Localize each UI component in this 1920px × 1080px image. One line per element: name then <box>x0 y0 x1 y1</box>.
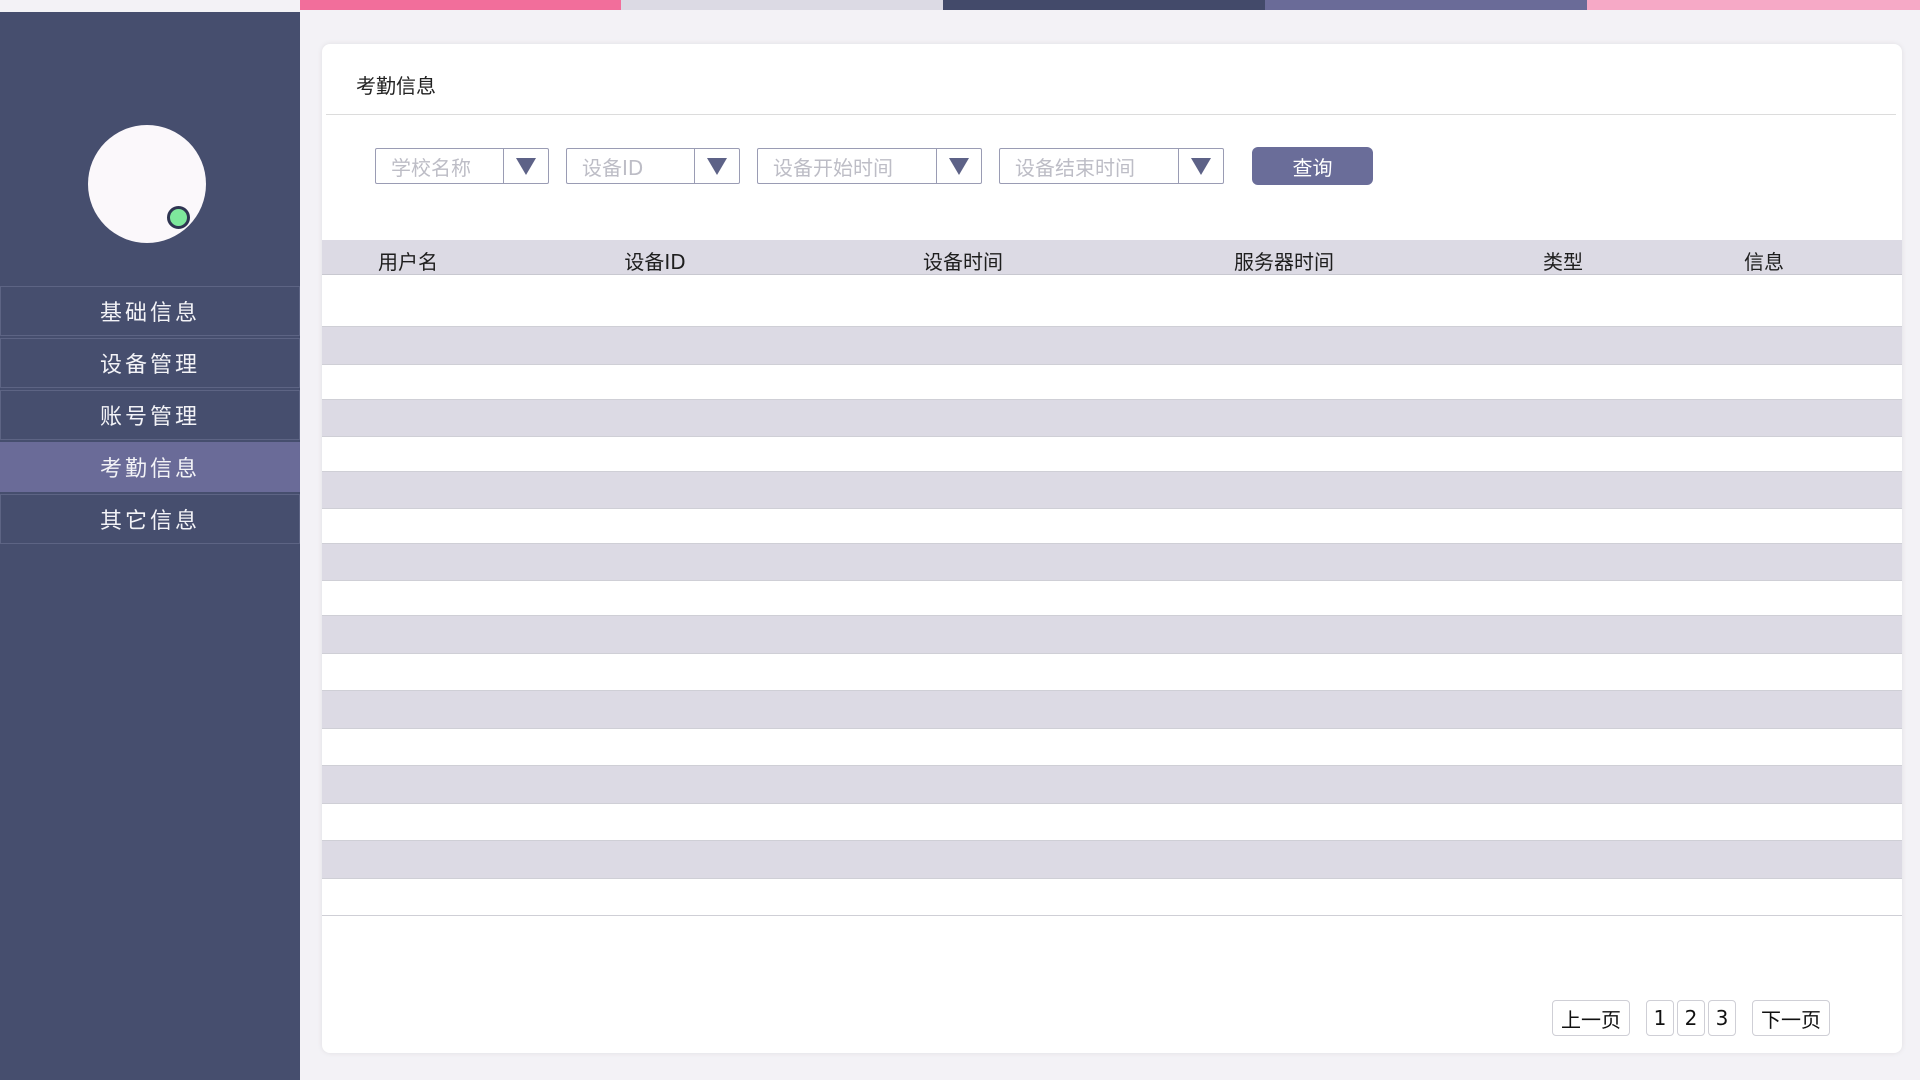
table-row[interactable] <box>322 472 1902 509</box>
column-header-device-id[interactable]: 设备ID <box>624 246 685 275</box>
filter-bar: 学校名称 设备ID 设备开始时间 设备结束时间 查询 <box>375 147 1373 185</box>
sidebar: 基础信息 设备管理 账号管理 考勤信息 其它信息 <box>0 12 300 1080</box>
start-time-placeholder: 设备开始时间 <box>773 155 893 180</box>
school-name-placeholder: 学校名称 <box>391 155 471 180</box>
column-header-device-time[interactable]: 设备时间 <box>923 246 1003 275</box>
table-row[interactable] <box>322 275 1902 327</box>
dropdown-toggle[interactable] <box>936 148 981 184</box>
dropdown-toggle[interactable] <box>694 148 739 184</box>
start-time-select[interactable]: 设备开始时间 <box>757 148 982 184</box>
end-time-select[interactable]: 设备结束时间 <box>999 148 1224 184</box>
table-row[interactable] <box>322 766 1902 804</box>
table-row[interactable] <box>322 616 1902 654</box>
table-row[interactable] <box>322 879 1902 916</box>
school-name-select[interactable]: 学校名称 <box>375 148 549 184</box>
sidebar-item-attendance-info[interactable]: 考勤信息 <box>0 442 300 492</box>
sidebar-item-device-management[interactable]: 设备管理 <box>0 338 300 388</box>
table-row[interactable] <box>322 437 1902 472</box>
strip-segment <box>1587 0 1920 10</box>
sidebar-item-other-info[interactable]: 其它信息 <box>0 494 300 544</box>
column-header-info[interactable]: 信息 <box>1744 246 1784 275</box>
strip-segment <box>1265 0 1587 10</box>
strip-segment <box>621 0 943 10</box>
strip-segment <box>300 0 621 10</box>
dropdown-toggle[interactable] <box>1178 148 1223 184</box>
table-row[interactable] <box>322 327 1902 365</box>
next-page-button[interactable]: 下一页 <box>1752 1000 1830 1036</box>
caret-down-icon <box>1191 157 1211 175</box>
query-button[interactable]: 查询 <box>1252 147 1373 185</box>
prev-page-button[interactable]: 上一页 <box>1552 1000 1630 1036</box>
page-button-1[interactable]: 1 <box>1646 1000 1674 1036</box>
table-header: 用户名 设备ID 设备时间 服务器时间 类型 信息 <box>322 240 1902 275</box>
table-row[interactable] <box>322 654 1902 691</box>
table-row[interactable] <box>322 400 1902 437</box>
column-header-username[interactable]: 用户名 <box>378 246 438 275</box>
sidebar-item-basic-info[interactable]: 基础信息 <box>0 286 300 336</box>
strip-segment <box>943 0 1265 10</box>
table-row[interactable] <box>322 841 1902 879</box>
title-divider <box>326 114 1896 115</box>
device-id-select[interactable]: 设备ID <box>566 148 740 184</box>
column-header-server-time[interactable]: 服务器时间 <box>1234 246 1334 275</box>
table-row[interactable] <box>322 365 1902 400</box>
online-status-dot <box>167 206 190 229</box>
attendance-table: 用户名 设备ID 设备时间 服务器时间 类型 信息 <box>322 240 1902 916</box>
dropdown-toggle[interactable] <box>503 148 548 184</box>
table-row[interactable] <box>322 729 1902 766</box>
page-button-2[interactable]: 2 <box>1677 1000 1705 1036</box>
caret-down-icon <box>516 157 536 175</box>
column-header-type[interactable]: 类型 <box>1543 246 1583 275</box>
end-time-placeholder: 设备结束时间 <box>1015 155 1135 180</box>
table-row[interactable] <box>322 581 1902 616</box>
table-row[interactable] <box>322 509 1902 544</box>
pagination: 上一页 1 2 3 下一页 <box>1549 1000 1830 1036</box>
table-row[interactable] <box>322 544 1902 581</box>
avatar[interactable] <box>88 125 206 243</box>
page-button-3[interactable]: 3 <box>1708 1000 1736 1036</box>
device-id-placeholder: 设备ID <box>582 155 644 180</box>
sidebar-item-account-management[interactable]: 账号管理 <box>0 390 300 440</box>
table-row[interactable] <box>322 804 1902 841</box>
caret-down-icon <box>707 157 727 175</box>
table-row[interactable] <box>322 691 1902 729</box>
page-title: 考勤信息 <box>356 74 436 98</box>
sidebar-nav: 基础信息 设备管理 账号管理 考勤信息 其它信息 <box>0 286 300 546</box>
caret-down-icon <box>949 157 969 175</box>
top-color-strip <box>300 0 1920 10</box>
main-card: 考勤信息 学校名称 设备ID 设备开始时间 设备结束时间 查询 用户名 设备ID… <box>322 44 1902 1053</box>
